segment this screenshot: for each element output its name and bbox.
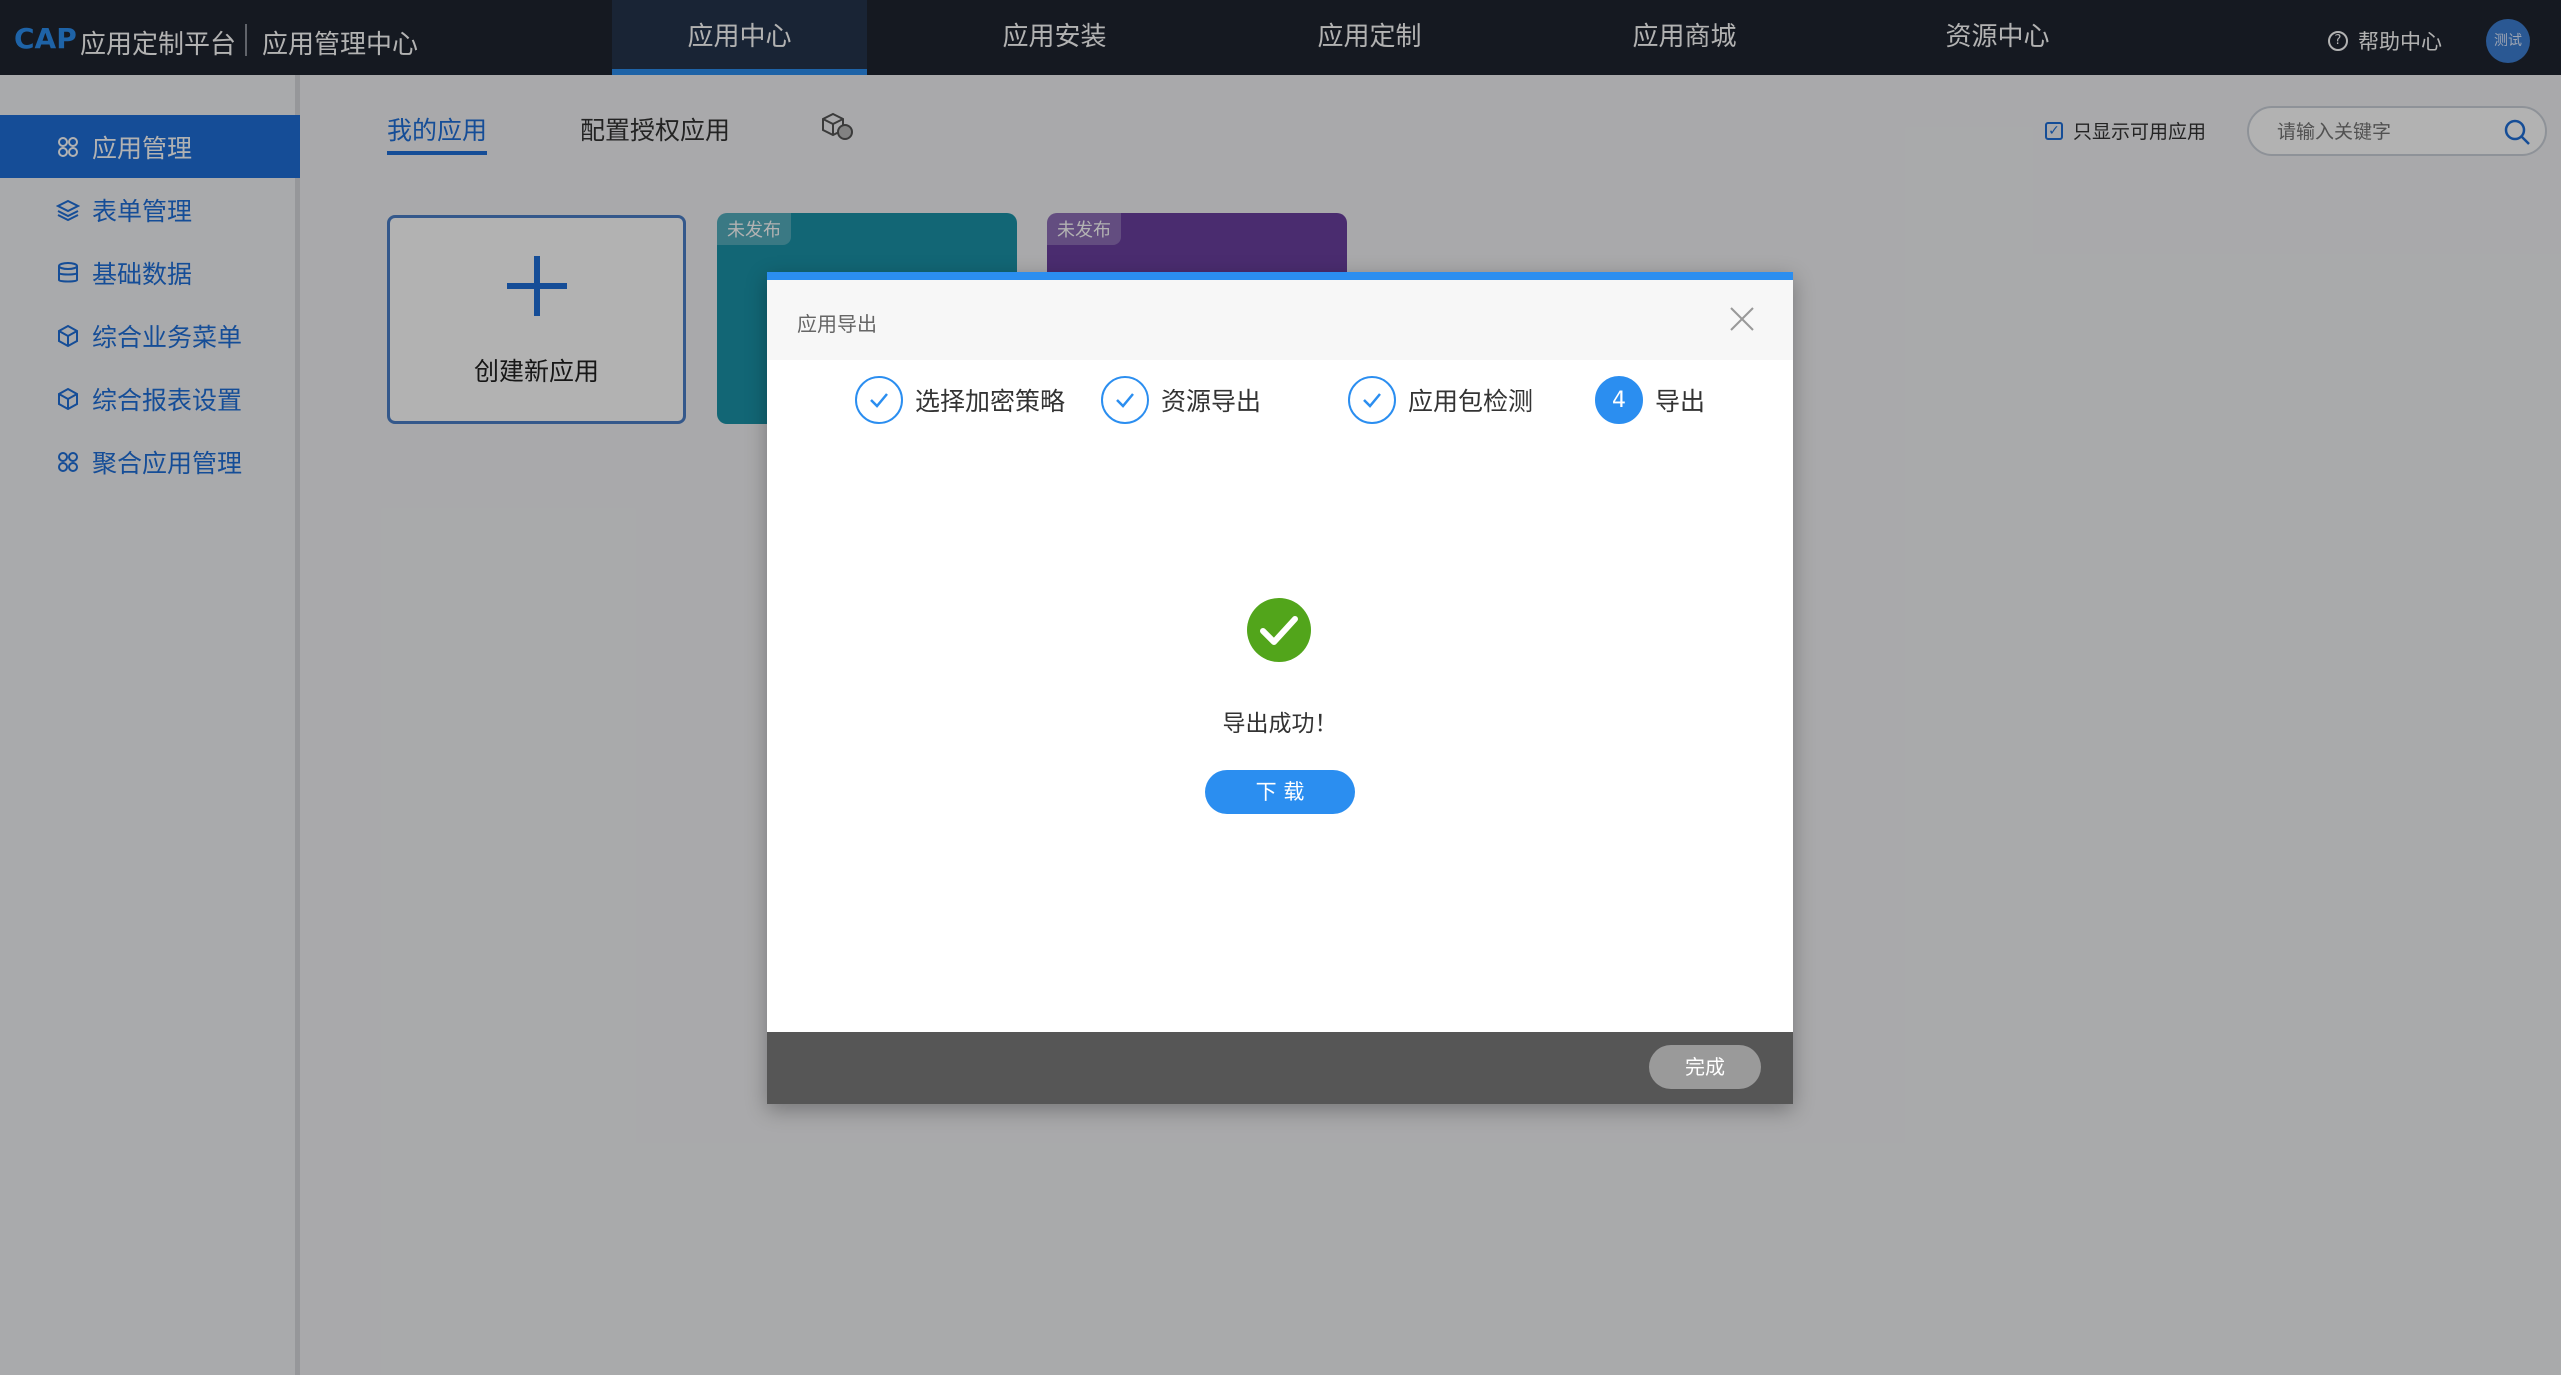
dialog-title: 应用导出: [797, 312, 877, 336]
success-message: 导出成功！: [1222, 711, 1338, 737]
close-icon[interactable]: [1727, 304, 1757, 334]
step-package-check: 应用包检测: [1348, 376, 1533, 424]
step-export: 4 导出: [1595, 376, 1705, 424]
check-icon: [1348, 376, 1396, 424]
check-icon: [855, 376, 903, 424]
dialog-footer: 完成: [767, 1032, 1793, 1104]
step-number: 4: [1595, 376, 1643, 424]
download-button[interactable]: 下 载: [1205, 770, 1355, 814]
step-label: 资源导出: [1161, 387, 1262, 416]
check-icon: [1101, 376, 1149, 424]
step-label: 应用包检测: [1408, 387, 1534, 416]
success-check-icon: [1247, 598, 1311, 662]
step-resource-export: 资源导出: [1101, 376, 1261, 424]
step-label: 导出: [1655, 387, 1706, 416]
step-encryption: 选择加密策略: [855, 376, 1065, 424]
dialog-header: 应用导出: [767, 280, 1793, 360]
export-dialog: 应用导出 选择加密策略 资源导出 应用包检测 4 导出 导出成功！ 下 载 完成: [767, 272, 1793, 1104]
finish-button[interactable]: 完成: [1649, 1045, 1761, 1089]
step-label: 选择加密策略: [915, 387, 1066, 416]
